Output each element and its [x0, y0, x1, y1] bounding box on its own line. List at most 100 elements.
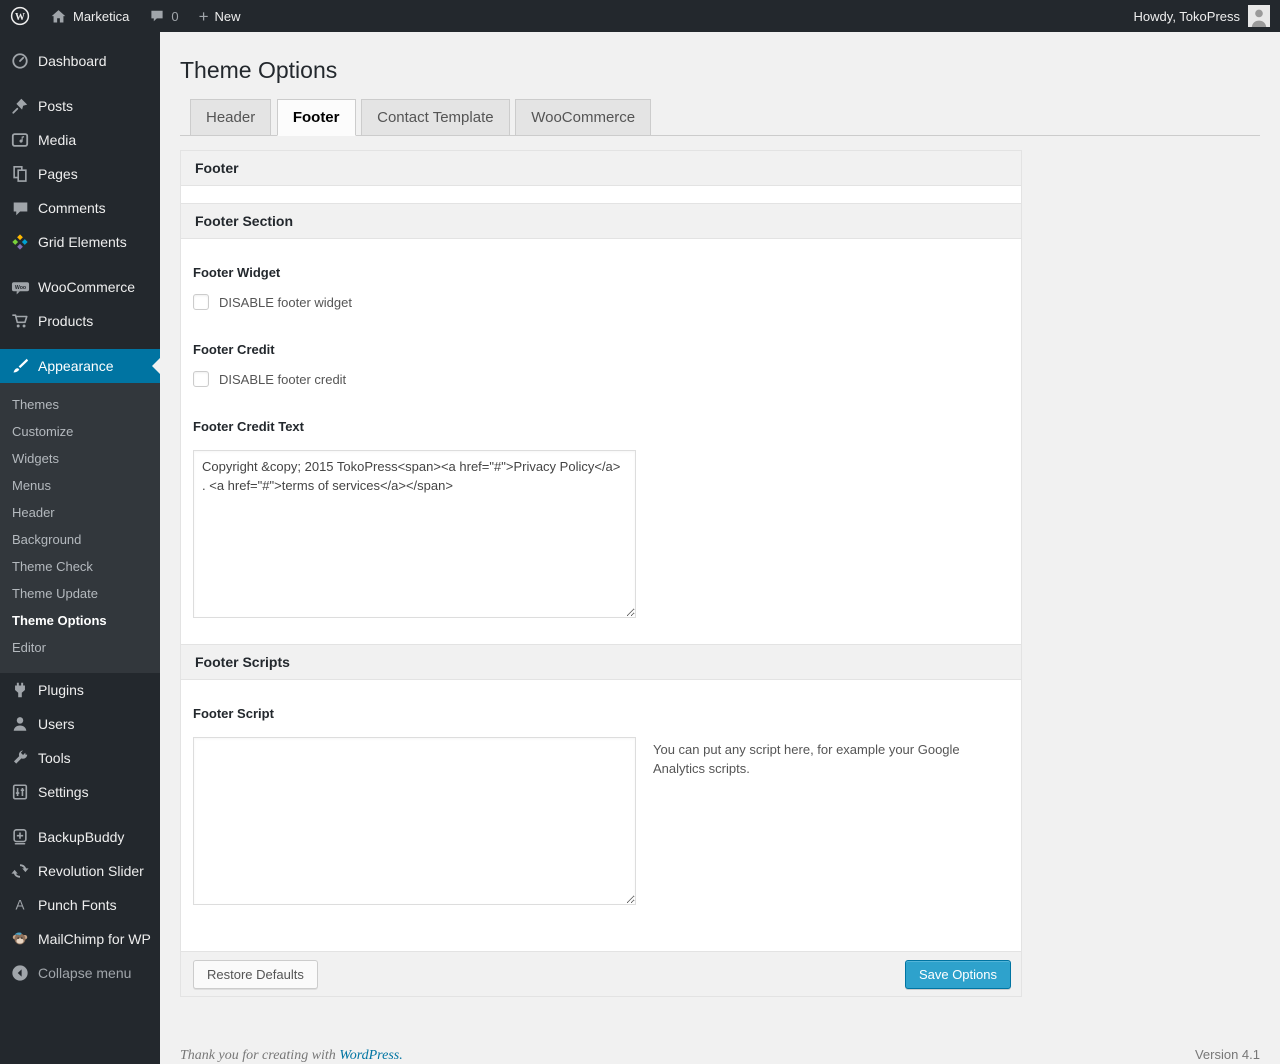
footer-credit-text-label: Footer Credit Text: [193, 419, 304, 434]
site-name: Marketica: [73, 8, 130, 24]
submenu-item-customize[interactable]: Customize: [0, 418, 160, 445]
wordpress-link[interactable]: WordPress.: [339, 1048, 402, 1063]
footer-thanks-text: Thank you for creating with: [180, 1048, 336, 1063]
collapse-menu[interactable]: Collapse menu: [0, 956, 160, 990]
footer-script-label: Footer Script: [193, 706, 274, 721]
svg-text:A: A: [15, 898, 24, 913]
products-icon: [10, 311, 30, 331]
submenu-item-editor[interactable]: Editor: [0, 634, 160, 661]
dashboard-icon: [10, 51, 30, 71]
plugins-icon: [10, 680, 30, 700]
avatar: [1248, 5, 1270, 27]
sidebar-item-backupbuddy[interactable]: BackupBuddy: [0, 820, 160, 854]
revolution-slider-icon: [10, 861, 30, 881]
comments-menu[interactable]: 0: [139, 0, 188, 32]
footer-thanks: Thank you for creating with WordPress.: [180, 1048, 403, 1064]
sidebar-item-pages[interactable]: Pages: [0, 157, 160, 191]
sidebar-item-plugins[interactable]: Plugins: [0, 673, 160, 707]
sidebar-item-media[interactable]: Media: [0, 123, 160, 157]
sidebar-item-products[interactable]: Products: [0, 304, 160, 338]
submenu-item-header[interactable]: Header: [0, 499, 160, 526]
disable-footer-widget-checkbox[interactable]: [193, 294, 209, 310]
restore-defaults-button[interactable]: Restore Defaults: [193, 959, 318, 989]
options-panel: Footer Footer Section Footer Widget DISA…: [180, 150, 1022, 997]
sidebar-item-users[interactable]: Users: [0, 707, 160, 741]
collapse-icon: [10, 963, 30, 983]
mailchimp-icon: [10, 929, 30, 949]
footer-version: Version 4.1: [1194, 1047, 1260, 1062]
appearance-icon: [10, 356, 30, 376]
disable-footer-credit-row[interactable]: DISABLE footer credit: [193, 371, 1009, 387]
sidebar-item-punch-fonts[interactable]: A Punch Fonts: [0, 888, 160, 922]
backupbuddy-icon: [10, 827, 30, 847]
tab-bar: Header Footer Contact Template WooCommer…: [180, 99, 1260, 136]
users-icon: [10, 714, 30, 734]
submenu-item-widgets[interactable]: Widgets: [0, 445, 160, 472]
disable-footer-widget-row[interactable]: DISABLE footer widget: [193, 294, 1009, 310]
wordpress-logo[interactable]: W: [0, 0, 40, 32]
panel-spacer: [181, 186, 1021, 203]
disable-footer-credit-text: DISABLE footer credit: [219, 371, 347, 387]
submenu-item-themes[interactable]: Themes: [0, 391, 160, 418]
footer-scripts-body: Footer Script You can put any script her…: [181, 680, 1021, 951]
svg-text:W: W: [15, 12, 25, 23]
pages-icon: [10, 164, 30, 184]
appearance-submenu: Themes Customize Widgets Menus Header Ba…: [0, 383, 160, 673]
media-icon: [10, 130, 30, 150]
footer-section-body: Footer Widget DISABLE footer widget Foot…: [181, 239, 1021, 644]
disable-footer-widget-text: DISABLE footer widget: [219, 294, 352, 310]
panel-header: Footer: [181, 151, 1021, 186]
grid-elements-icon: [10, 232, 30, 252]
tab-woocommerce[interactable]: WooCommerce: [515, 99, 652, 136]
comment-icon: [149, 8, 165, 24]
tab-footer[interactable]: Footer: [276, 99, 356, 136]
howdy-text: Howdy, TokoPress: [1133, 8, 1240, 24]
howdy-menu[interactable]: Howdy, TokoPress: [1124, 0, 1280, 32]
admin-bar: W Marketica 0 + New Howdy, TokoPress: [0, 0, 1280, 32]
sidebar-item-woocommerce[interactable]: Woo WooCommerce: [0, 270, 160, 304]
disable-footer-credit-checkbox[interactable]: [193, 371, 209, 387]
sidebar-item-comments[interactable]: Comments: [0, 191, 160, 225]
save-options-button[interactable]: Save Options: [904, 959, 1011, 989]
home-icon: [50, 8, 67, 25]
submenu-item-menus[interactable]: Menus: [0, 472, 160, 499]
footer-scripts-header: Footer Scripts: [181, 644, 1021, 680]
sidebar-item-settings[interactable]: Settings: [0, 775, 160, 809]
svg-text:Woo: Woo: [14, 285, 25, 291]
submenu-item-theme-options[interactable]: Theme Options: [0, 607, 160, 634]
sidebar-item-revolution-slider[interactable]: Revolution Slider: [0, 854, 160, 888]
site-menu[interactable]: Marketica: [40, 0, 139, 32]
main-content: Theme Options Header Footer Contact Temp…: [160, 32, 1280, 1064]
wp-admin-footer: Thank you for creating with WordPress. V…: [180, 1047, 1260, 1064]
tab-header[interactable]: Header: [190, 99, 272, 136]
current-menu-arrow: [152, 358, 160, 374]
footer-script-help: You can put any script here, for example…: [653, 742, 960, 776]
new-menu[interactable]: + New: [189, 0, 251, 32]
footer-credit-text-textarea[interactable]: Copyright &copy; 2015 TokoPress<span><a …: [193, 450, 636, 618]
sidebar-item-mailchimp[interactable]: MailChimp for WP: [0, 922, 160, 956]
tools-icon: [10, 748, 30, 768]
plus-icon: +: [198, 6, 209, 26]
submenu-item-theme-check[interactable]: Theme Check: [0, 553, 160, 580]
settings-icon: [10, 782, 30, 802]
page-title: Theme Options: [180, 57, 338, 83]
posts-icon: [10, 96, 30, 116]
comment-count: 0: [171, 8, 179, 24]
comments-icon: [10, 198, 30, 218]
sidebar-item-appearance[interactable]: Appearance: [0, 349, 160, 383]
footer-credit-label: Footer Credit: [193, 342, 275, 357]
woocommerce-icon: Woo: [10, 277, 30, 297]
admin-sidebar: Dashboard Posts Media Pages Comments Gri…: [0, 32, 160, 1064]
panel-action-bar: Restore Defaults Save Options: [181, 951, 1021, 996]
punch-fonts-icon: A: [10, 895, 30, 915]
submenu-item-background[interactable]: Background: [0, 526, 160, 553]
sidebar-item-grid-elements[interactable]: Grid Elements: [0, 225, 160, 259]
footer-script-textarea[interactable]: [193, 737, 636, 905]
sidebar-item-tools[interactable]: Tools: [0, 741, 160, 775]
footer-section-header: Footer Section: [181, 203, 1021, 239]
sidebar-item-posts[interactable]: Posts: [0, 89, 160, 123]
tab-contact-template[interactable]: Contact Template: [361, 99, 510, 136]
new-label: New: [214, 8, 241, 24]
sidebar-item-dashboard[interactable]: Dashboard: [0, 44, 160, 78]
submenu-item-theme-update[interactable]: Theme Update: [0, 580, 160, 607]
